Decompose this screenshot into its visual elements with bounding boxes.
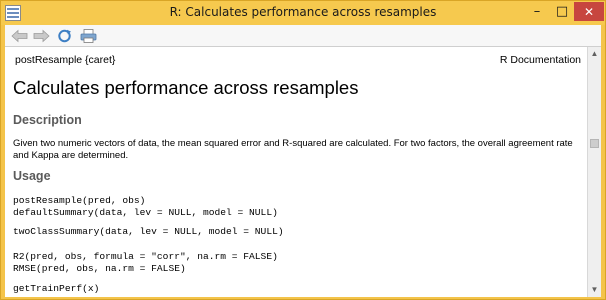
usage-code-block: getTrainPerf(x) [13,283,100,294]
usage-code-block: R2(pred, obs, formula = "corr", na.rm = … [13,251,278,274]
topic-label: postResample {caret} [15,54,116,66]
forward-arrow-icon [33,29,50,43]
doc-header: postResample {caret} R Documentation [15,54,581,66]
description-heading: Description [13,113,82,127]
window-title: R: Calculates performance across resampl… [169,5,437,19]
close-button[interactable]: ✕ [574,2,604,21]
forward-button[interactable] [32,27,51,45]
refresh-icon [58,29,71,43]
usage-code-block: twoClassSummary(data, lev = NULL, model … [13,226,284,237]
print-button[interactable] [79,27,98,45]
doc-label: R Documentation [499,54,581,66]
scroll-down-icon[interactable]: ▼ [588,283,601,297]
help-content: postResample {caret} R Documentation Cal… [5,47,587,297]
toolbar [5,25,601,47]
print-icon [80,29,97,43]
scroll-thumb[interactable] [590,139,599,148]
usage-heading: Usage [13,169,51,183]
description-text: Given two numeric vectors of data, the m… [13,138,573,161]
back-arrow-icon [11,29,28,43]
scroll-up-icon[interactable]: ▲ [588,47,601,61]
refresh-button[interactable] [55,27,74,45]
usage-code-block: postResample(pred, obs) defaultSummary(d… [13,195,278,218]
maximize-button[interactable]: □ [550,2,574,21]
back-button[interactable] [10,27,29,45]
page-title: Calculates performance across resamples [13,77,359,98]
minimize-button[interactable]: – [524,2,550,21]
help-window: R: Calculates performance across resampl… [0,0,606,300]
title-bar[interactable]: R: Calculates performance across resampl… [1,1,605,25]
vertical-scrollbar[interactable]: ▲ ▼ [587,47,601,297]
